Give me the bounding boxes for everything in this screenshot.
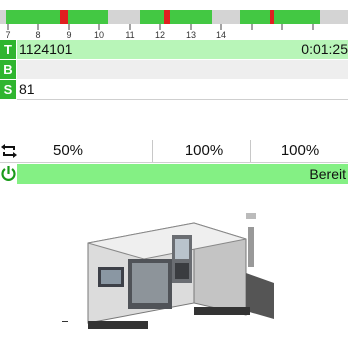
machine-image (74, 203, 286, 331)
tool-tag: T (0, 40, 16, 59)
tool-row: T 1124101 0:01:25 (0, 40, 348, 59)
tick-label: 8 (35, 30, 40, 38)
spindle-tag: S (0, 80, 16, 99)
spindle-override: 100% (152, 140, 255, 162)
tool-number-field: 1124101 0:01:25 (17, 40, 348, 59)
tick-label: 14 (216, 30, 226, 38)
override-row: 50% 100% 100% (0, 140, 348, 163)
tool-number: 1124101 (19, 41, 73, 57)
bs-field (17, 60, 348, 79)
power-icon (1, 166, 16, 181)
tick-label: 12 (155, 30, 165, 38)
rapid-override: 100% (250, 140, 348, 162)
divider-mark (62, 321, 68, 322)
timeline-bar: 7 8 9 10 11 12 13 14 (0, 10, 348, 38)
bs-tag: B (0, 60, 16, 79)
tick-label: 7 (5, 30, 10, 38)
status-text: Bereit (17, 164, 348, 184)
status-row: Bereit (0, 163, 348, 185)
bs-row: B (0, 60, 348, 79)
tick-label: 13 (186, 30, 196, 38)
runtime: 0:01:25 (301, 41, 348, 57)
tick-label: 9 (66, 30, 71, 38)
cycle-icon (1, 144, 17, 158)
spindle-row: S 81 (0, 80, 348, 100)
tick-label: 10 (94, 30, 104, 38)
spacer (0, 100, 348, 138)
tick-label: 11 (125, 30, 134, 38)
spindle-field: 81 (17, 80, 348, 100)
feed-override: 50% (52, 142, 84, 159)
